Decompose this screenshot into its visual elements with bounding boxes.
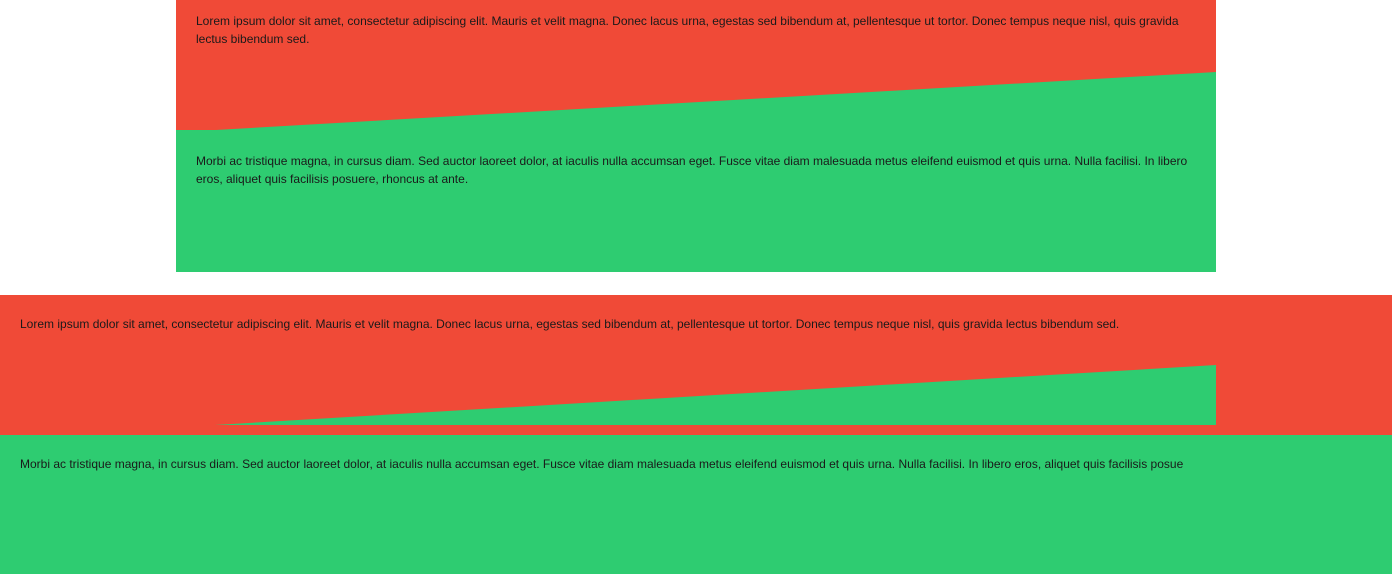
demo-boxed: Lorem ipsum dolor sit amet, consectetur … [176,0,1216,272]
red-section-text: Lorem ipsum dolor sit amet, consectetur … [196,14,1179,46]
demo-full-width: Lorem ipsum dolor sit amet, consectetur … [0,295,1392,574]
green-section: Morbi ac tristique magna, in cursus diam… [0,435,1392,574]
red-section-text: Lorem ipsum dolor sit amet, consectetur … [20,317,1120,331]
green-section-text: Morbi ac tristique magna, in cursus diam… [196,154,1188,186]
diagonal-wedge [215,365,1216,425]
green-section: Morbi ac tristique magna, in cursus diam… [176,132,1216,272]
green-section-text: Morbi ac tristique magna, in cursus diam… [20,457,1184,471]
diagonal-divider [176,72,1216,132]
